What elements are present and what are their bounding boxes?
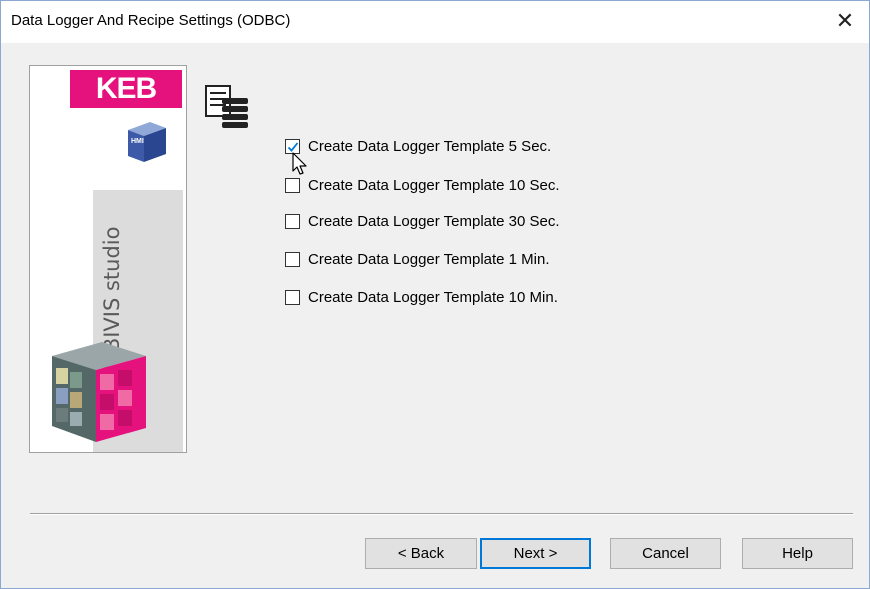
option-label: Create Data Logger Template 30 Sec. [308, 212, 560, 230]
keb-logo: KEB [70, 70, 182, 108]
branding-panel: KEB HMI COMBIVIS studio [29, 65, 187, 453]
window-title: Data Logger And Recipe Settings (ODBC) [11, 12, 291, 29]
hmi-badge-text: HMI [131, 138, 144, 145]
mouse-cursor-icon [292, 152, 307, 175]
checkbox-1-min[interactable] [285, 251, 300, 267]
checkbox-10-min[interactable] [285, 289, 300, 305]
document-list-icon [205, 85, 248, 128]
hmi-cube-icon: HMI [128, 122, 166, 162]
option-template-1-min[interactable]: Create Data Logger Template 1 Min. [285, 248, 550, 270]
checkbox-10-sec[interactable] [285, 177, 300, 193]
cancel-button[interactable]: Cancel [610, 538, 721, 569]
option-label: Create Data Logger Template 5 Sec. [308, 137, 552, 155]
option-label: Create Data Logger Template 10 Sec. [308, 176, 560, 194]
footer-divider-highlight [30, 514, 853, 515]
checkmark-icon [287, 141, 299, 152]
option-template-5-sec[interactable]: Create Data Logger Template 5 Sec. [285, 135, 551, 157]
option-template-30-sec[interactable]: Create Data Logger Template 30 Sec. [285, 210, 560, 232]
back-button[interactable]: < Back [365, 538, 477, 569]
option-template-10-sec[interactable]: Create Data Logger Template 10 Sec. [285, 174, 560, 196]
option-template-10-min[interactable]: Create Data Logger Template 10 Min. [285, 286, 558, 308]
option-label: Create Data Logger Template 1 Min. [308, 250, 550, 268]
option-label: Create Data Logger Template 10 Min. [308, 288, 558, 306]
help-button[interactable]: Help [742, 538, 853, 569]
cube-stack-icon [52, 342, 146, 442]
title-bar: Data Logger And Recipe Settings (ODBC) ✕ [1, 1, 869, 43]
checkbox-30-sec[interactable] [285, 213, 300, 229]
close-icon[interactable]: ✕ [827, 5, 863, 37]
dialog-window: Data Logger And Recipe Settings (ODBC) ✕… [0, 0, 870, 589]
next-button[interactable]: Next > [480, 538, 591, 569]
